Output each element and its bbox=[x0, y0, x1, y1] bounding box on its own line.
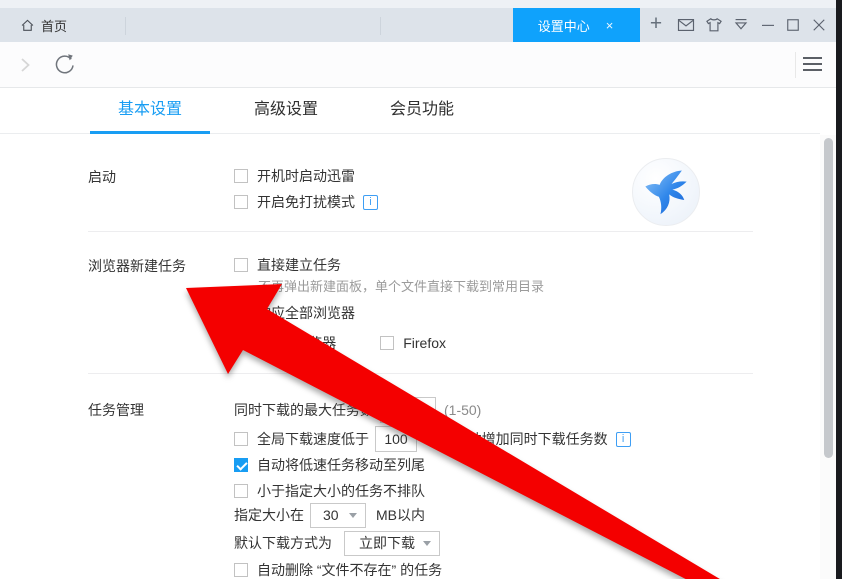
dnd-info-icon[interactable]: i bbox=[363, 194, 378, 210]
speed-threshold-input[interactable]: 100 bbox=[375, 426, 417, 452]
ie-checkbox[interactable] bbox=[258, 336, 272, 350]
home-tab-label: 首页 bbox=[41, 18, 68, 34]
firefox-checkbox[interactable] bbox=[380, 336, 395, 350]
respond-all-label: 响应全部浏览器 bbox=[257, 305, 355, 321]
size-limit-suffix: MB以内 bbox=[376, 507, 425, 523]
row-move-low-speed: 自动将低速任务移动至列尾 bbox=[234, 454, 631, 476]
row-speed-threshold: 全局下载速度低于 100 KB/s自动增加同时下载任务数 i bbox=[234, 426, 631, 452]
section-browser-task-label: 浏览器新建任务 bbox=[88, 258, 186, 274]
section-task-management: 任务管理 同时下载的最大任务数 5 (1-50) 全局下载速度低于 100 KB… bbox=[0, 397, 820, 579]
respond-all-checkbox[interactable] bbox=[234, 306, 248, 320]
download-mode-dropdown[interactable]: 立即下载 bbox=[344, 530, 440, 556]
auto-delete-checkbox[interactable] bbox=[234, 563, 248, 577]
tab-member-features[interactable]: 会员功能 bbox=[362, 88, 482, 134]
tab-advanced-settings[interactable]: 高级设置 bbox=[226, 88, 346, 134]
auto-delete-label: 自动删除 “文件不存在” 的任务 bbox=[257, 562, 443, 578]
refresh-icon[interactable] bbox=[52, 52, 76, 76]
section-task-management-label: 任务管理 bbox=[88, 402, 144, 418]
settings-tabs: 基本设置 高级设置 会员功能 bbox=[0, 88, 820, 134]
section-divider bbox=[88, 373, 753, 374]
section-startup-label: 启动 bbox=[88, 169, 116, 185]
tab-close-icon[interactable]: × bbox=[604, 18, 616, 33]
move-low-speed-label: 自动将低速任务移动至列尾 bbox=[257, 457, 425, 473]
max-tasks-input[interactable]: 5 bbox=[380, 397, 436, 423]
forward-chevron-icon[interactable] bbox=[13, 53, 37, 77]
direct-task-checkbox[interactable] bbox=[234, 258, 248, 272]
tab-separator bbox=[380, 17, 381, 35]
tab-basic-settings[interactable]: 基本设置 bbox=[90, 88, 211, 134]
row-no-queue: 小于指定大小的任务不排队 bbox=[234, 480, 631, 502]
max-tasks-range: (1-50) bbox=[444, 402, 482, 418]
ie-label: IE浏览器 bbox=[281, 335, 337, 351]
size-limit-dropdown[interactable]: 30 bbox=[310, 502, 366, 528]
skin-icon[interactable] bbox=[704, 15, 724, 35]
xunlei-settings-window: 首页 设置中心 × + 基本设置 高级设置 会员功能 启动 开机时启动迅雷 开启… bbox=[0, 0, 842, 579]
move-low-speed-checkbox[interactable] bbox=[234, 458, 248, 472]
size-limit-value: 30 bbox=[323, 507, 339, 523]
no-queue-label: 小于指定大小的任务不排队 bbox=[257, 483, 425, 499]
tab-bar: 首页 设置中心 × + bbox=[0, 8, 842, 42]
speed-threshold-suffix: KB/s自动增加同时下载任务数 bbox=[424, 431, 608, 447]
speed-info-icon[interactable]: i bbox=[615, 431, 631, 447]
row-dnd: 开启免打扰模式 i bbox=[234, 190, 378, 214]
section-divider bbox=[88, 231, 753, 232]
section-browser-task: 浏览器新建任务 直接建立任务 不再弹出新建面板，单个文件直接下载到常用目录 响应… bbox=[0, 253, 820, 355]
toolbar-separator bbox=[795, 52, 796, 78]
row-direct-task: 直接建立任务 bbox=[234, 253, 544, 277]
menu-icon[interactable] bbox=[803, 57, 822, 71]
row-size-limit: 指定大小在 30 MB以内 bbox=[234, 502, 631, 528]
row-download-mode: 默认下载方式为 立即下载 bbox=[234, 530, 631, 556]
max-tasks-label: 同时下载的最大任务数 bbox=[234, 402, 374, 418]
size-limit-label: 指定大小在 bbox=[234, 507, 304, 523]
minimize-to-tray-icon[interactable] bbox=[731, 15, 751, 35]
row-autostart: 开机时启动迅雷 bbox=[234, 164, 378, 188]
nav-toolbar bbox=[0, 42, 836, 88]
minimize-icon[interactable] bbox=[759, 16, 777, 34]
row-max-tasks: 同时下载的最大任务数 5 (1-50) bbox=[234, 397, 631, 423]
tab-separator bbox=[125, 17, 126, 35]
dnd-label: 开启免打扰模式 bbox=[257, 194, 355, 210]
row-browsers: IE浏览器 Firefox bbox=[234, 331, 544, 355]
no-queue-checkbox[interactable] bbox=[234, 484, 248, 498]
settings-content: 基本设置 高级设置 会员功能 启动 开机时启动迅雷 开启免打扰模式 i 浏览器新… bbox=[0, 88, 820, 579]
direct-task-label: 直接建立任务 bbox=[257, 257, 341, 273]
xunlei-logo bbox=[632, 158, 700, 226]
row-auto-delete: 自动删除 “文件不存在” 的任务 bbox=[234, 559, 631, 579]
mail-icon[interactable] bbox=[676, 15, 696, 35]
chevron-down-icon bbox=[423, 540, 431, 546]
dnd-checkbox[interactable] bbox=[234, 195, 248, 209]
speed-threshold-label: 全局下载速度低于 bbox=[257, 431, 369, 447]
chevron-down-icon bbox=[349, 512, 357, 518]
close-icon[interactable] bbox=[810, 16, 828, 34]
autostart-checkbox[interactable] bbox=[234, 169, 248, 183]
xunlei-bird-icon bbox=[645, 170, 687, 215]
download-mode-value: 立即下载 bbox=[359, 535, 415, 551]
window-top-strip bbox=[0, 0, 842, 8]
titlebar-icons bbox=[676, 8, 828, 42]
tab-settings-center[interactable]: 设置中心 × bbox=[513, 8, 640, 42]
scrollbar-track[interactable] bbox=[820, 135, 836, 579]
home-tab[interactable]: 首页 bbox=[12, 8, 75, 42]
speed-threshold-checkbox[interactable] bbox=[234, 432, 248, 446]
scrollbar-thumb[interactable] bbox=[824, 138, 833, 458]
download-mode-label: 默认下载方式为 bbox=[234, 535, 332, 551]
maximize-icon[interactable] bbox=[784, 16, 802, 34]
firefox-label: Firefox bbox=[403, 335, 447, 351]
row-respond-all: 响应全部浏览器 bbox=[234, 301, 544, 325]
direct-task-hint: 不再弹出新建面板，单个文件直接下载到常用目录 bbox=[258, 279, 545, 294]
tab-settings-center-label: 设置中心 bbox=[537, 18, 590, 34]
desktop-background-edge bbox=[836, 0, 842, 579]
autostart-label: 开机时启动迅雷 bbox=[257, 168, 355, 184]
new-tab-button[interactable]: + bbox=[643, 10, 669, 40]
home-icon bbox=[21, 19, 34, 31]
